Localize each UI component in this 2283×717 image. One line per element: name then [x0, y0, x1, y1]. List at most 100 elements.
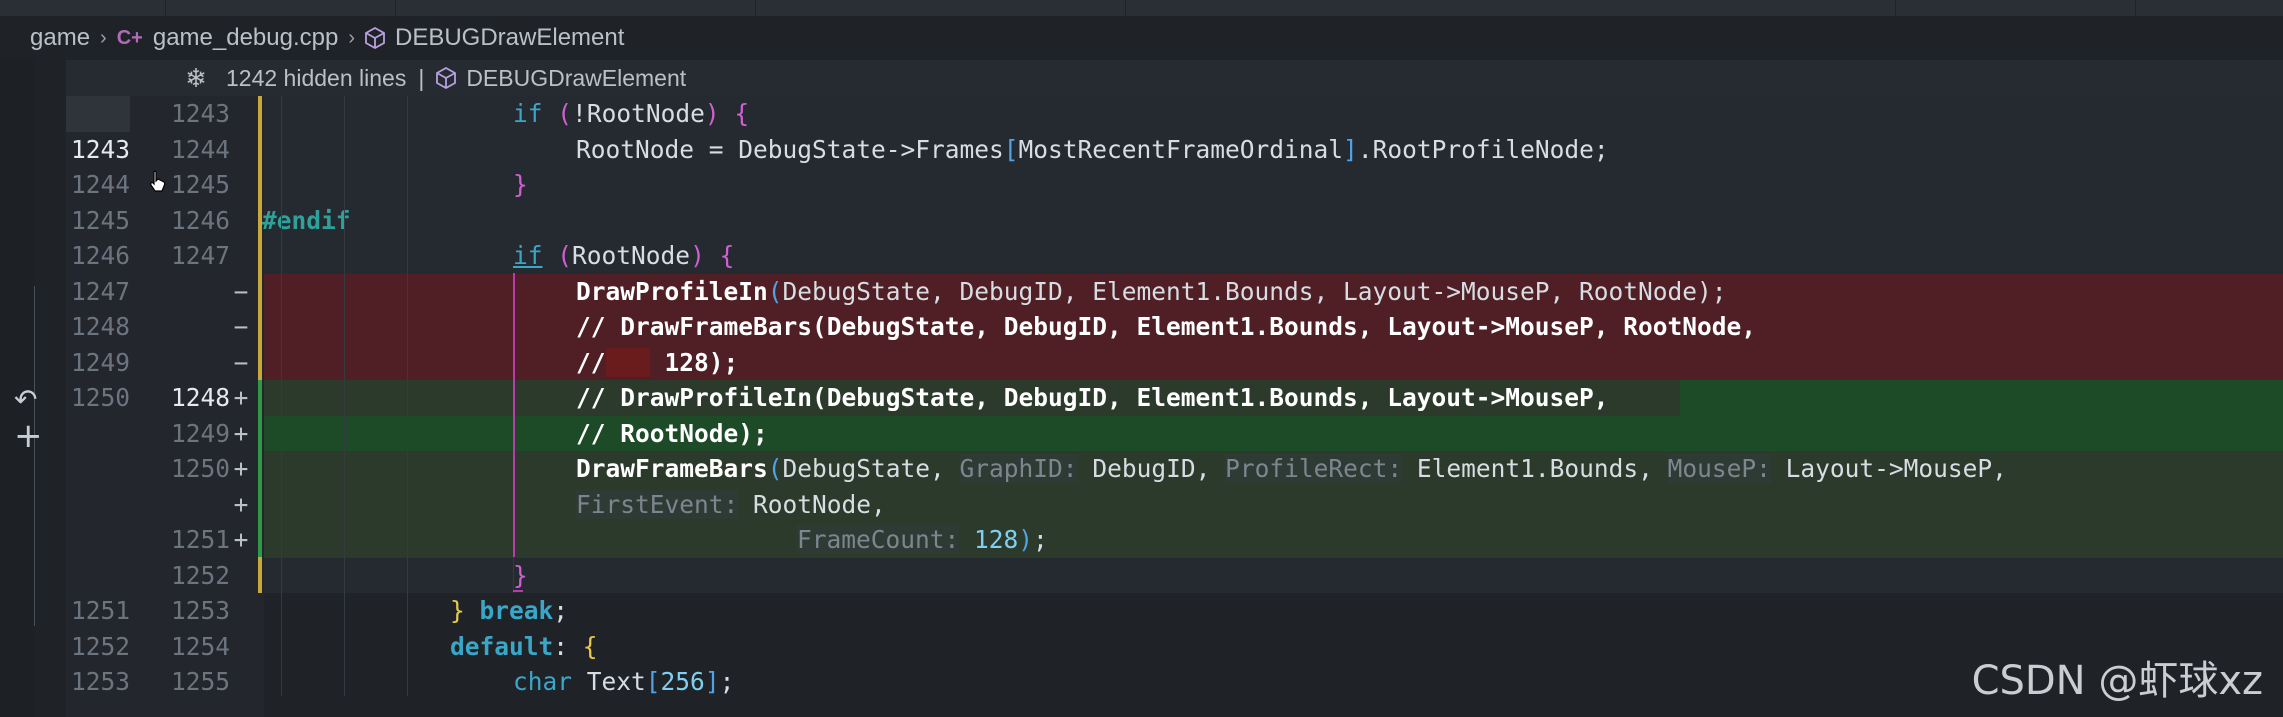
removed-marker: −: [233, 276, 249, 306]
old-line-number: [52, 522, 130, 558]
undo-arrow-icon[interactable]: ↶: [14, 383, 37, 416]
tab[interactable]: [0, 0, 166, 16]
code-line[interactable]: 1244 1245 }: [0, 167, 2283, 203]
new-line-number: 1248: [170, 383, 230, 412]
new-line-number: 1243: [170, 99, 230, 128]
chevron-right-icon: ›: [100, 26, 107, 49]
hand-cursor-icon: [150, 170, 166, 192]
code-text: char Text[256];: [513, 667, 735, 696]
deleted-line[interactable]: 1249 − // 128);: [0, 345, 2283, 381]
old-line-number: [52, 558, 130, 594]
code-text: DrawFrameBars(DebugState, GraphID: Debug…: [576, 454, 2007, 483]
code-text: FirstEvent: RootNode,: [576, 489, 886, 519]
fold-symbol[interactable]: DEBUGDrawElement: [466, 65, 686, 92]
code-line[interactable]: 1253 1255 char Text[256];: [0, 664, 2283, 700]
new-line-number: 1250: [170, 454, 230, 483]
code-text: // DrawProfileIn(DebugState, DebugID, El…: [576, 383, 1609, 412]
new-line-number: 1249: [170, 418, 230, 448]
cube-icon: [436, 67, 457, 89]
code-line[interactable]: 1252 1254 default: {: [0, 629, 2283, 665]
diff-editor[interactable]: ❄ 1242 hidden lines | DEBUGDrawElement 1…: [0, 60, 2283, 717]
old-line-number: 1247: [70, 276, 130, 306]
old-line-number: [66, 96, 130, 132]
plus-icon[interactable]: +: [14, 416, 43, 456]
breadcrumb-file[interactable]: game_debug.cpp: [153, 24, 338, 52]
added-marker: +: [233, 383, 249, 412]
deleted-line[interactable]: 1248 − // DrawFrameBars(DebugState, Debu…: [0, 309, 2283, 345]
indent-guide: [407, 96, 408, 696]
code-text: // DrawFrameBars(DebugState, DebugID, El…: [576, 312, 1757, 341]
watermark: CSDN @虾球xz: [1971, 658, 2263, 704]
code-line[interactable]: 1252 }: [0, 558, 2283, 594]
old-line-number: 1248: [70, 312, 130, 341]
code-text: }: [513, 560, 528, 590]
added-marker: +: [233, 454, 249, 483]
old-line-number: [52, 451, 130, 487]
tab[interactable]: [1625, 0, 1896, 16]
chevron-right-icon: ›: [348, 26, 355, 49]
cpp-file-icon: C+: [116, 26, 143, 49]
inlay-hint: ProfileRect:: [1225, 454, 1403, 483]
unfold-icon[interactable]: ❄: [166, 63, 226, 94]
new-line-number: 1251: [170, 525, 230, 554]
inlay-hint: FirstEvent:: [576, 489, 739, 519]
old-line-number: 1244: [70, 170, 130, 199]
breadcrumb-symbol[interactable]: DEBUGDrawElement: [395, 24, 624, 52]
added-line[interactable]: 1249 + // RootNode);: [0, 416, 2283, 452]
bracket-guide-end: [513, 590, 523, 592]
tab[interactable]: [1895, 0, 2136, 16]
code-text: #endif: [262, 205, 351, 235]
new-line-number: 1247: [170, 241, 230, 270]
fold-separator: |: [418, 64, 425, 91]
inlay-hint: MouseP:: [1667, 454, 1771, 483]
breadcrumb-folder[interactable]: game: [30, 24, 90, 52]
tab-strip: [0, 0, 2283, 16]
new-line-number: 1253: [170, 596, 230, 625]
new-line-number: 1254: [170, 631, 230, 661]
added-marker: +: [233, 418, 249, 448]
hidden-lines-label[interactable]: 1242 hidden lines: [226, 65, 406, 92]
breadcrumb: game › C+ game_debug.cpp › DEBUGDrawElem…: [0, 16, 2283, 60]
hidden-lines-fold[interactable]: ❄ 1242 hidden lines | DEBUGDrawElement: [66, 60, 2283, 96]
indent-guide: [344, 96, 345, 696]
added-line[interactable]: 1250 + DrawFrameBars(DebugState, GraphID…: [0, 451, 2283, 487]
tab[interactable]: [755, 0, 1126, 16]
added-line[interactable]: 1251 + FrameCount: 128);: [0, 522, 2283, 558]
code-text: RootNode = DebugState->Frames[MostRecent…: [576, 134, 1609, 164]
code-text: // 128);: [576, 347, 739, 377]
code-line[interactable]: 1243 1244 RootNode = DebugState->Frames[…: [0, 132, 2283, 168]
new-line-number: [150, 487, 230, 523]
code-text: DrawProfileIn(DebugState, DebugID, Eleme…: [576, 276, 1727, 306]
code-text: if (!RootNode) {: [513, 99, 750, 128]
added-line[interactable]: + FirstEvent: RootNode,: [0, 487, 2283, 523]
code-text: if (RootNode) {: [513, 241, 735, 270]
tab[interactable]: [165, 0, 396, 16]
old-line-number: 1249: [70, 347, 130, 377]
code-text: } break;: [450, 596, 569, 625]
code-text: // RootNode);: [576, 418, 768, 448]
old-line-number: 1250: [70, 383, 130, 412]
diff-gutter-line: [34, 286, 35, 626]
code-line[interactable]: 1243 if (!RootNode) {: [0, 96, 2283, 132]
added-line[interactable]: 1250 1248 + // DrawProfileIn(DebugState,…: [0, 380, 2283, 416]
code-line[interactable]: 1246 1247 if (RootNode) {: [0, 238, 2283, 274]
new-line-number: 1252: [170, 560, 230, 590]
added-marker: +: [233, 525, 249, 554]
code-line[interactable]: 1251 1253 } break;: [0, 593, 2283, 629]
deleted-line[interactable]: 1247 − DrawProfileIn(DebugState, DebugID…: [0, 274, 2283, 310]
new-line-number: 1255: [170, 667, 230, 696]
new-line-number: 1244: [170, 134, 230, 164]
code-text: default: {: [450, 631, 598, 661]
old-line-number: [52, 416, 130, 452]
indent-guide: [281, 96, 282, 696]
old-line-number: 1245: [70, 205, 130, 235]
tab[interactable]: [395, 0, 756, 16]
old-line-number: [52, 487, 130, 523]
added-bar: [258, 380, 262, 557]
removed-marker: −: [233, 347, 249, 377]
old-line-number: 1243: [70, 134, 130, 164]
code-line[interactable]: 1245 1246 #endif: [0, 203, 2283, 239]
added-marker: +: [233, 489, 249, 519]
bracket-guide: [513, 273, 515, 557]
old-line-number: 1253: [70, 667, 130, 696]
